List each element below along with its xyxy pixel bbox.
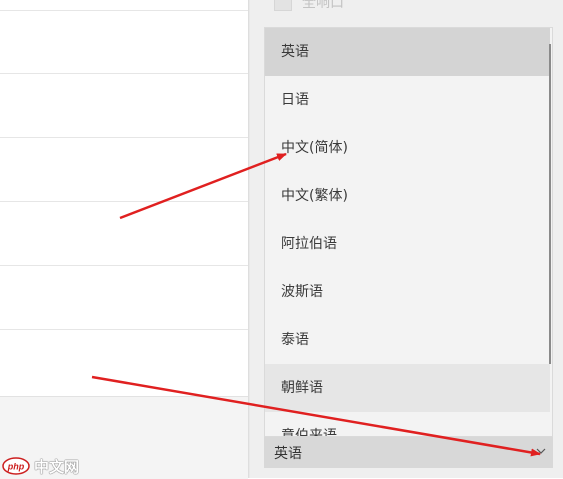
language-option-arabic[interactable]: 阿拉伯语 [265,220,550,268]
row-divider [0,201,248,202]
row-divider [0,73,248,74]
language-select[interactable]: 英语 [264,437,553,468]
left-pane [0,0,248,479]
row-divider [0,137,248,138]
row-divider [0,10,248,11]
language-option-chinese-traditional[interactable]: 中文(繁体) [265,172,550,220]
dropdown-scrollbar[interactable] [548,28,552,436]
watermark: php 中文网 [2,455,79,477]
top-option-label: 全响口 [302,0,344,11]
language-option-english[interactable]: 英语 [265,28,550,76]
scrollbar-thumb[interactable] [549,44,551,364]
option-checkbox[interactable] [274,0,292,11]
settings-panel: 全响口 英语 日语 中文(简体) 中文(繁体) 阿拉伯语 波斯语 泰语 朝鲜语 … [250,0,563,478]
language-option-persian[interactable]: 波斯语 [265,268,550,316]
language-option-thai[interactable]: 泰语 [265,316,550,364]
language-option-hebrew[interactable]: 意伯来语 [265,412,550,436]
php-logo-icon: php [2,457,30,475]
watermark-text: 中文网 [34,458,80,476]
row-divider [0,265,248,266]
language-option-chinese-simplified[interactable]: 中文(简体) [265,124,550,172]
language-option-japanese[interactable]: 日语 [265,76,550,124]
language-option-korean[interactable]: 朝鲜语 [265,364,550,412]
language-dropdown-list[interactable]: 英语 日语 中文(简体) 中文(繁体) 阿拉伯语 波斯语 泰语 朝鲜语 意伯来语 [264,27,553,437]
row-divider [0,329,248,330]
language-select-value: 英语 [274,445,302,462]
top-option[interactable]: 全响口 [274,0,344,12]
chevron-down-icon[interactable] [535,445,547,457]
svg-text:php: php [7,462,25,472]
